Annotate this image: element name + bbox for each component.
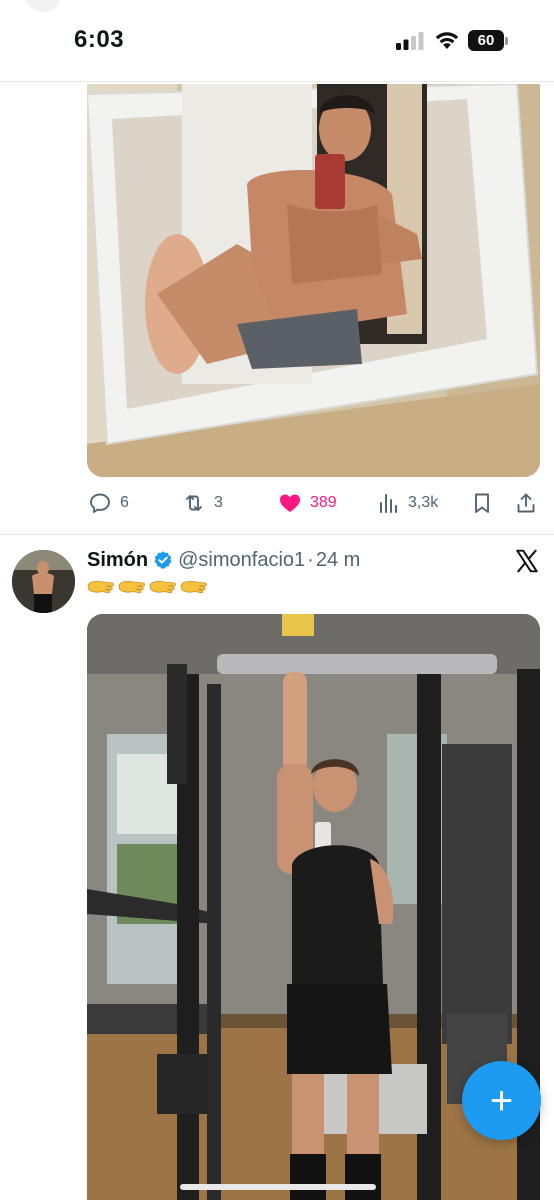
wifi-icon [435, 32, 459, 49]
palm-down-hand-emoji-icon [118, 581, 145, 594]
palm-down-hand-emoji-icon [87, 581, 114, 594]
post-time[interactable]: 24 m [316, 549, 360, 572]
display-name[interactable]: Simón [87, 549, 148, 572]
previous-post-avatar [24, 0, 62, 12]
post-divider [0, 534, 554, 535]
separator-dot: · [307, 548, 314, 571]
repost-count: 3 [214, 494, 223, 511]
views-button[interactable]: 3,3k [376, 488, 438, 518]
like-count: 389 [310, 494, 337, 511]
share-button[interactable] [514, 488, 538, 518]
palm-down-hand-emoji-icon [149, 581, 176, 594]
battery-level: 60 [468, 30, 504, 51]
reply-count: 6 [120, 494, 129, 511]
home-indicator [180, 1184, 376, 1190]
repost-button[interactable]: 3 [182, 488, 223, 518]
heart-filled-icon [280, 494, 300, 512]
status-time: 6:03 [74, 26, 125, 53]
reply-button[interactable]: 6 [88, 488, 129, 518]
views-count: 3,3k [408, 494, 439, 511]
cellular-signal-icon [396, 32, 424, 50]
post-1-action-bar: 6 3 389 3,3k [0, 480, 554, 526]
views-chart-icon [380, 494, 397, 513]
post-header: Simón @simonfacio1 · 24 m [87, 546, 360, 574]
bookmark-button[interactable] [470, 488, 494, 518]
post-text: 🫳🫳🫳🫳 [87, 578, 207, 596]
repost-icon [186, 495, 202, 511]
palm-down-hand-emoji-icon [180, 581, 207, 594]
x-logo-icon[interactable] [514, 548, 540, 574]
avatar[interactable] [12, 550, 75, 613]
reply-icon [90, 493, 110, 513]
verified-badge-icon [154, 551, 172, 569]
bookmark-icon [475, 493, 489, 513]
post-1-image[interactable] [87, 84, 540, 477]
compose-button[interactable]: + [462, 1061, 541, 1140]
battery-icon: 60 [468, 30, 508, 52]
like-button[interactable]: 389 [278, 488, 337, 518]
status-bar: 6:03 60 [0, 0, 554, 82]
battery-nub [505, 37, 508, 45]
user-handle[interactable]: @simonfacio1 [178, 549, 305, 572]
share-icon [517, 493, 535, 513]
